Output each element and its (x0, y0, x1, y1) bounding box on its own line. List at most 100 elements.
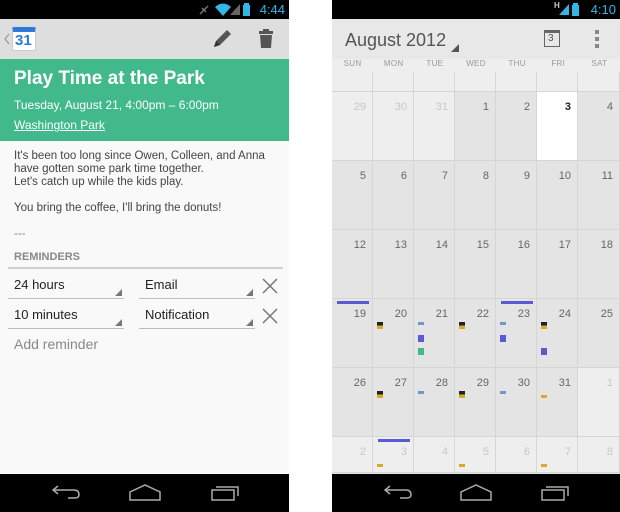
all-day-event-bar[interactable] (501, 301, 533, 304)
day-cell[interactable]: 18 (578, 230, 620, 299)
add-reminder-button[interactable]: Add reminder (14, 336, 98, 352)
day-cell[interactable]: 8 (455, 161, 496, 230)
day-cell[interactable]: 13 (373, 230, 414, 299)
day-cell[interactable]: 2 (496, 92, 537, 161)
event-description: It's been too long since Owen, Colleen, … (14, 150, 284, 254)
day-cell[interactable]: 20 (373, 299, 414, 368)
reminder-time-spinner[interactable]: 10 minutes (8, 303, 124, 329)
day-cell[interactable]: 11 (578, 161, 620, 230)
day-cell[interactable]: 8 (578, 437, 620, 473)
event-marker[interactable] (377, 391, 383, 398)
day-number: 29 (353, 101, 366, 113)
reminder-method-spinner[interactable]: Notification (139, 303, 255, 329)
day-cell[interactable]: 9 (496, 161, 537, 230)
action-bar: 31 (0, 19, 289, 59)
day-cell[interactable]: 31 (414, 92, 455, 161)
event-marker[interactable] (459, 391, 465, 398)
status-time: 4:10 (590, 2, 616, 17)
day-cell[interactable]: 29 (332, 92, 373, 161)
event-marker[interactable] (541, 322, 547, 329)
day-cell[interactable]: 1 (578, 368, 620, 437)
dropdown-arrow-icon (246, 289, 253, 296)
day-cell[interactable]: 28 (414, 368, 455, 437)
recent-apps-icon[interactable] (204, 480, 244, 506)
day-cell[interactable]: 7 (414, 161, 455, 230)
back-icon[interactable] (46, 480, 86, 506)
event-marker[interactable] (418, 391, 424, 394)
day-number: 1 (482, 101, 489, 113)
day-cell[interactable]: 5 (332, 161, 373, 230)
day-cell[interactable]: 25 (578, 299, 620, 368)
event-marker[interactable] (500, 335, 506, 342)
day-cell[interactable]: 14 (414, 230, 455, 299)
day-number: 6 (400, 170, 407, 182)
recent-apps-icon[interactable] (534, 480, 574, 506)
remove-reminder-icon[interactable] (262, 278, 278, 294)
home-icon[interactable] (125, 480, 165, 506)
day-cell[interactable]: 3 (373, 437, 414, 473)
reminder-method-spinner[interactable]: Email (139, 273, 255, 299)
event-marker[interactable] (541, 464, 547, 467)
event-detail-screen: 4:44 31 Play Time at the Park Tuesday, A… (0, 0, 289, 512)
event-marker[interactable] (541, 395, 547, 398)
event-marker[interactable] (459, 464, 465, 467)
all-day-event-bar[interactable] (337, 301, 369, 304)
today-button[interactable]: 3 (544, 30, 560, 47)
day-cell[interactable]: 4 (414, 437, 455, 473)
home-icon[interactable] (456, 480, 496, 506)
day-cell[interactable]: 10 (537, 161, 578, 230)
event-marker[interactable] (377, 322, 383, 329)
navigation-bar (0, 474, 289, 512)
day-cell[interactable]: 21 (414, 299, 455, 368)
weekday-label: SUN (343, 59, 362, 68)
day-cell[interactable]: 19 (332, 299, 373, 368)
day-cell[interactable]: 6 (496, 437, 537, 473)
day-cell[interactable]: 16 (496, 230, 537, 299)
day-cell[interactable]: 31 (537, 368, 578, 437)
day-number: 31 (558, 377, 571, 389)
day-number: 3 (400, 446, 407, 458)
day-cell[interactable]: 6 (373, 161, 414, 230)
day-cell[interactable]: 30 (496, 368, 537, 437)
overflow-menu-icon[interactable] (595, 30, 599, 48)
day-cell[interactable]: 17 (537, 230, 578, 299)
event-marker[interactable] (459, 322, 465, 329)
dropdown-arrow-icon (115, 319, 122, 326)
reminder-time-spinner[interactable]: 24 hours (8, 273, 124, 299)
pencil-icon[interactable] (211, 28, 233, 50)
trash-icon[interactable] (258, 29, 274, 49)
day-cell-today[interactable]: 3 (537, 92, 578, 161)
event-marker[interactable] (418, 322, 424, 325)
day-cell[interactable]: 24 (537, 299, 578, 368)
event-marker[interactable] (500, 322, 506, 325)
day-cell[interactable]: 7 (537, 437, 578, 473)
up-button[interactable]: 31 (0, 19, 44, 59)
remove-reminder-icon[interactable] (262, 308, 278, 324)
day-cell[interactable]: 23 (496, 299, 537, 368)
day-cell[interactable]: 5 (455, 437, 496, 473)
back-icon[interactable] (378, 480, 418, 506)
event-marker[interactable] (377, 464, 383, 467)
event-marker[interactable] (418, 335, 424, 342)
day-cell[interactable]: 2 (332, 437, 373, 473)
day-cell[interactable]: 29 (455, 368, 496, 437)
event-marker[interactable] (500, 391, 506, 394)
day-cell[interactable]: 30 (373, 92, 414, 161)
battery-icon (243, 3, 250, 16)
day-cell[interactable]: 27 (373, 368, 414, 437)
battery-icon (572, 3, 579, 16)
day-cell[interactable]: 4 (578, 92, 620, 161)
weekday-label: FRI (551, 59, 566, 68)
event-location-link[interactable]: Washington Park (14, 118, 105, 132)
wifi-icon (215, 3, 231, 16)
day-cell[interactable]: 15 (455, 230, 496, 299)
day-cell[interactable]: 1 (455, 92, 496, 161)
event-marker[interactable] (541, 348, 547, 355)
day-cell[interactable]: 22 (455, 299, 496, 368)
day-number: 18 (600, 239, 613, 251)
day-cell[interactable]: 26 (332, 368, 373, 437)
event-marker[interactable] (418, 348, 424, 355)
day-cell[interactable]: 12 (332, 230, 373, 299)
event-datetime: Tuesday, August 21, 4:00pm – 6:00pm (14, 98, 219, 112)
all-day-event-bar[interactable] (378, 439, 410, 442)
